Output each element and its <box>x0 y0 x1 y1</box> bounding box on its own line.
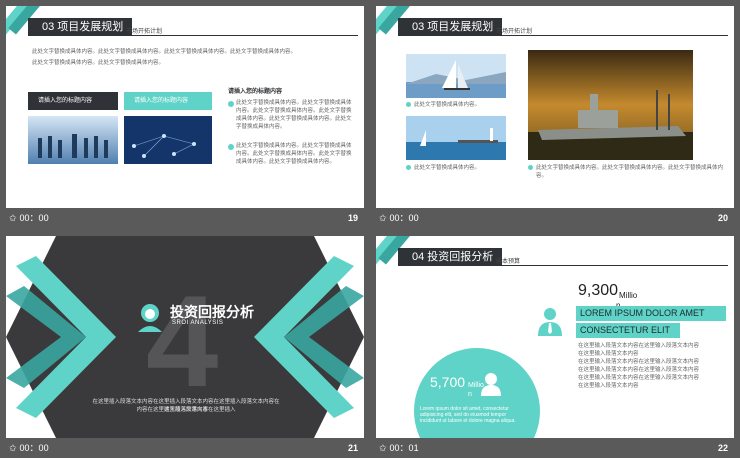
section-subtitle: SROI ANALYSIS <box>172 320 224 326</box>
slide-number: 20 <box>717 213 728 223</box>
slide-number: 19 <box>347 213 358 223</box>
slide-subtitle: 成本预算 <box>496 259 521 265</box>
caption-1: 此处文字替换成具体内容。 <box>414 102 481 108</box>
top-unit: Millio <box>619 291 638 300</box>
network-people-image <box>124 116 212 164</box>
slide-20[interactable]: 03 项目发展规划 市场开拓计划 此处文字替换成具体内容。 此处文字替换成具体内… <box>376 6 734 208</box>
right-paragraph-1: 此处文字替换成具体内容。此处文字替换成具体内容。此处文字替换成具体内容。此处文字… <box>236 100 352 130</box>
slide-time: 00：00 <box>19 443 49 453</box>
caption-2: 此处文字替换成具体内容。此处文字替换成具体内容。此处文字替换成具体内容。 <box>536 165 724 179</box>
bullet-icon <box>228 144 234 150</box>
slide-19-footer: ✩ 00：00 19 <box>6 208 364 228</box>
header-line <box>118 35 358 36</box>
bullet-icon <box>406 165 411 170</box>
intro-line-2: 此处文字替换成具体内容。此处文字替换成具体内容。 <box>32 60 165 66</box>
slide-number: 22 <box>717 443 728 453</box>
slide-time: 00：00 <box>19 213 49 223</box>
sailboat-image <box>406 54 506 98</box>
slide-21[interactable]: 4 投资回报分析 SROI ANALYSIS 在这里插入段落文本内容在这里插入段… <box>6 236 364 438</box>
circle-unit-suffix: n <box>468 391 472 398</box>
user-icon <box>138 304 162 332</box>
teal-circle <box>414 348 540 438</box>
businessman-icon <box>538 308 562 336</box>
slide-number: 21 <box>347 443 358 453</box>
top-value: 9,300 <box>578 282 619 299</box>
body-line-5: 在这里输入段落文本内容在这里输入段落文本内容 <box>578 375 700 381</box>
title-box-2: 请插入您的标题内容 <box>124 92 212 110</box>
section-description-2: 内容在这里插入段落文本内容在这里插入 <box>136 407 236 413</box>
slide-subtitle: 市场开拓计划 <box>496 29 533 35</box>
heading-2: CONSECTETUR ELIT <box>576 323 680 338</box>
section-big-number: 4 <box>146 268 219 414</box>
slide-20-footer: ✩ 00：00 20 <box>376 208 734 228</box>
star-icon: ✩ <box>379 443 387 453</box>
circle-text: Lorem ipsum dolor sit amet, consectetur … <box>420 406 516 424</box>
star-icon: ✩ <box>9 213 17 223</box>
title-box-1: 请插入您的标题内容 <box>28 92 118 110</box>
business-people-image <box>28 116 118 164</box>
slide-21-footer: ✩ 00：00 21 <box>6 438 364 458</box>
body-line-6: 在这里输入段落文本内容 <box>578 383 639 389</box>
header-line <box>488 265 728 266</box>
lighthouse-image <box>406 116 506 160</box>
circle-value: 5,700 <box>430 374 466 390</box>
slide-title: 04 投资回报分析 <box>398 248 502 266</box>
bullet-icon <box>228 101 234 107</box>
right-title: 请插入您的标题内容 <box>228 89 283 95</box>
body-line-1: 在这里输入段落文本内容在这里输入段落文本内容 <box>578 343 700 349</box>
body-line-4: 在这里输入段落文本内容在这里输入段落文本内容 <box>578 367 700 373</box>
slide-22-footer: ✩ 00：01 22 <box>376 438 734 458</box>
slide-time: 00：01 <box>389 443 419 453</box>
slide-title: 03 项目发展规划 <box>398 18 502 36</box>
slide-19[interactable]: 03 项目发展规划 市场开拓计划 此处文字替换成具体内容。此处文字替换成具体内容… <box>6 6 364 208</box>
header-line <box>488 35 728 36</box>
woman-icon <box>481 373 501 396</box>
right-paragraph-2: 此处文字替换成具体内容。此处文字替换成具体内容。此处文字替换成具体内容。此处文字… <box>236 143 352 165</box>
slide-subtitle: 市场开拓计划 <box>126 29 163 35</box>
caption-1b: 此处文字替换成具体内容。 <box>414 165 481 171</box>
section-title: 投资回报分析 <box>170 304 254 320</box>
intro-line-1: 此处文字替换成具体内容。此处文字替换成具体内容。此处文字替换成具体内容。此处文字… <box>32 49 297 55</box>
bullet-icon <box>528 165 533 170</box>
slide-time: 00：00 <box>389 213 419 223</box>
star-icon: ✩ <box>379 213 387 223</box>
body-line-2: 在这里输入段落文本内容 <box>578 351 639 357</box>
body-line-3: 在这里输入段落文本内容在这里输入段落文本内容 <box>578 359 700 365</box>
star-icon: ✩ <box>9 443 17 453</box>
heading-1: LOREM IPSUM DOLOR AMET <box>576 306 726 321</box>
slide-title: 03 项目发展规划 <box>28 18 132 36</box>
bullet-icon <box>406 102 411 107</box>
warship-image <box>528 50 693 160</box>
slide-22[interactable]: 04 投资回报分析 成本预算 9,300 Millio n LOREM IPSU… <box>376 236 734 438</box>
